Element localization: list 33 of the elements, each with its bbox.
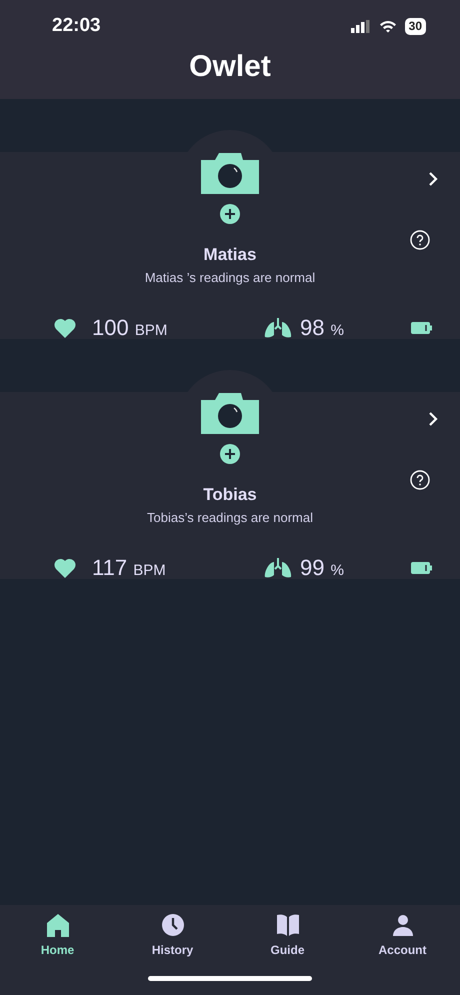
clock-time: 22:03 [52, 14, 101, 38]
chevron-right-icon[interactable] [428, 171, 438, 187]
status-text: Matias ’s readings are normal [144, 268, 316, 287]
tab-guide[interactable]: Guide [230, 905, 345, 960]
oxygen-level: 98 % [300, 314, 344, 342]
home-icon [46, 913, 70, 937]
tab-account[interactable]: Account [345, 905, 460, 960]
wifi-icon [378, 20, 397, 32]
guide-icon [276, 913, 300, 937]
tab-history[interactable]: History [115, 905, 230, 960]
battery-level: 30 [404, 18, 426, 34]
app-title: Owlet [189, 50, 271, 83]
history-icon [160, 913, 184, 937]
help-icon[interactable] [410, 230, 430, 250]
lungs-icon [264, 318, 292, 338]
heart-rate: 100 BPM [92, 314, 168, 342]
status-text: Tobias’s readings are normal [147, 508, 313, 527]
battery-icon [411, 322, 432, 334]
oxygen-level: 99 % [300, 554, 344, 582]
baby-name: Tobias [203, 484, 257, 506]
add-photo-icon[interactable] [220, 204, 240, 224]
account-icon [390, 913, 414, 937]
add-photo-icon[interactable] [220, 444, 240, 464]
help-icon[interactable] [410, 470, 430, 490]
heart-icon [54, 558, 76, 578]
tab-home[interactable]: Home [0, 905, 115, 960]
baby-name: Matias [204, 244, 256, 266]
signal-icon [350, 20, 371, 32]
chevron-right-icon[interactable] [428, 411, 438, 427]
battery-icon [411, 562, 432, 574]
heart-icon [54, 318, 76, 338]
heart-rate: 117 BPM [92, 554, 166, 582]
lungs-icon [264, 558, 292, 578]
